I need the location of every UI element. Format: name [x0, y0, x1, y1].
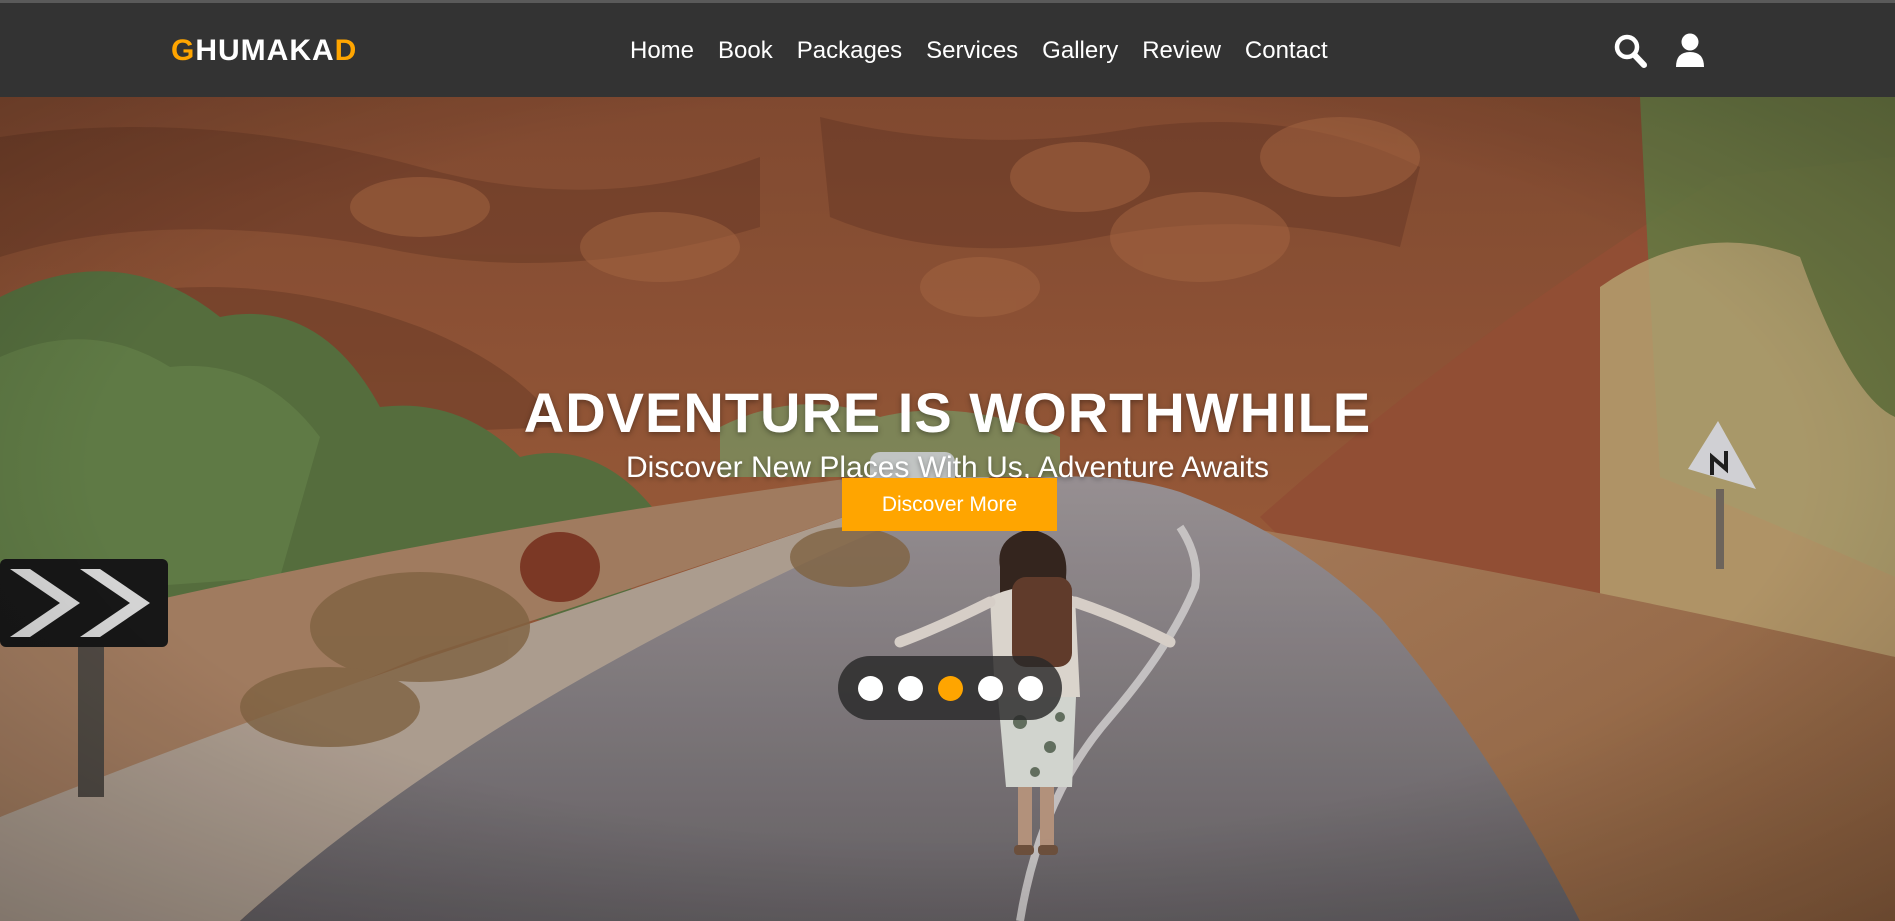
slider-dot-4[interactable] — [977, 675, 1003, 701]
nav-link-book[interactable]: Book — [718, 31, 773, 71]
brand-logo[interactable]: GHUMAKAD — [171, 31, 357, 71]
slider-dot-1[interactable] — [857, 675, 883, 701]
nav-link-home[interactable]: Home — [630, 31, 694, 71]
user-icon[interactable] — [1673, 33, 1707, 69]
hero-title: ADVENTURE IS WORTHWHILE — [523, 380, 1372, 444]
slider-dot-3[interactable] — [937, 675, 963, 701]
discover-more-button[interactable]: Discover More — [842, 478, 1057, 531]
nav-link-packages[interactable]: Packages — [797, 31, 902, 71]
slider-pagination — [838, 656, 1062, 720]
search-icon[interactable] — [1614, 33, 1648, 69]
slider-dot-5[interactable] — [1017, 675, 1043, 701]
main-nav: Home Book Packages Services Gallery Revi… — [630, 31, 1328, 71]
slider-dot-2[interactable] — [897, 675, 923, 701]
logo-middle: HUMAKA — [195, 34, 335, 67]
logo-first-letter: G — [171, 34, 196, 67]
nav-link-services[interactable]: Services — [926, 31, 1018, 71]
nav-link-contact[interactable]: Contact — [1245, 31, 1328, 71]
nav-link-gallery[interactable]: Gallery — [1042, 31, 1118, 71]
hero-section: ADVENTURE IS WORTHWHILE Discover New Pla… — [0, 97, 1895, 921]
nav-link-review[interactable]: Review — [1142, 31, 1221, 71]
logo-last-letter: D — [334, 34, 358, 67]
navbar: GHUMAKAD Home Book Packages Services Gal… — [0, 3, 1895, 97]
